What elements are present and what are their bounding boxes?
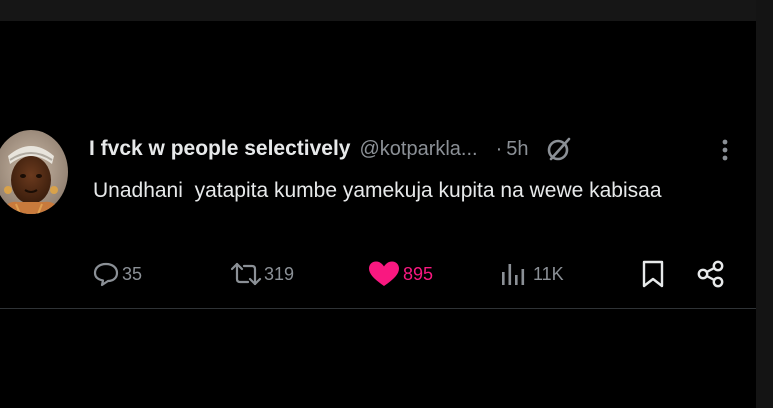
like-count: 895 <box>403 263 434 284</box>
heart-filled-icon <box>369 261 399 286</box>
post-time[interactable]: 5h <box>506 138 528 161</box>
share-button[interactable] <box>696 257 726 291</box>
repost-icon <box>230 262 262 286</box>
bookmark-button[interactable] <box>640 257 666 291</box>
right-bezel <box>756 0 773 408</box>
more-options-icon[interactable] <box>719 136 731 164</box>
tweet-divider <box>0 308 756 309</box>
reply-button[interactable]: 35 <box>92 257 142 291</box>
reply-count: 35 <box>122 263 143 284</box>
like-button[interactable]: 895 <box>368 257 433 291</box>
display-name[interactable]: I fvck w people selectively <box>89 137 350 161</box>
share-nodes-icon <box>697 260 724 288</box>
timeline-screen: I fvck w people selectively @kotparkla..… <box>0 0 773 408</box>
views-button[interactable]: 11K <box>500 257 564 291</box>
views-bar-chart-icon <box>502 264 525 285</box>
reply-icon <box>93 262 119 287</box>
tweet-card[interactable]: I fvck w people selectively @kotparkla..… <box>0 120 756 310</box>
repost-count: 319 <box>264 263 295 284</box>
view-count: 11K <box>533 263 564 284</box>
separator-dot: · <box>495 137 503 160</box>
avatar[interactable] <box>0 130 68 214</box>
repost-button[interactable]: 319 <box>228 257 294 291</box>
top-bezel <box>0 0 773 21</box>
avatar-image <box>0 130 68 214</box>
user-handle[interactable]: @kotparkla... <box>359 138 477 161</box>
tweet-text: Unadhani yatapita kumbe yamekuja kupita … <box>93 179 662 202</box>
tweet-actions: 35 319 895 11K <box>0 257 756 291</box>
grok-icon[interactable] <box>545 135 573 163</box>
tweet-header: I fvck w people selectively @kotparkla..… <box>89 134 726 164</box>
bookmark-icon <box>642 260 664 288</box>
